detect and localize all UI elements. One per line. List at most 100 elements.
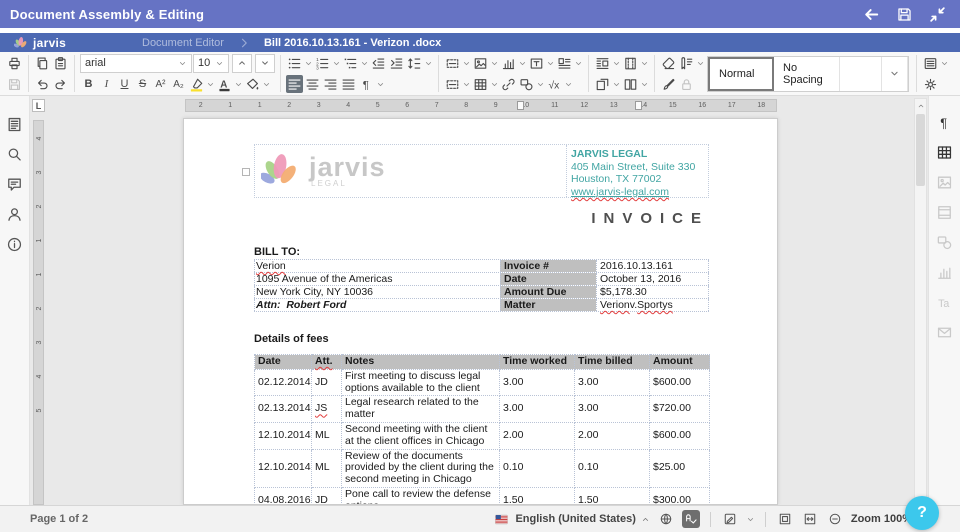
language-selector[interactable]: English (United States)	[493, 513, 649, 526]
decrease-font-button[interactable]	[255, 53, 275, 73]
dropcap-button[interactable]	[556, 54, 573, 72]
spell-check-button[interactable]	[681, 510, 700, 528]
highlight-color-button[interactable]	[188, 75, 205, 93]
insert-table-button[interactable]	[472, 75, 489, 93]
user-icon[interactable]	[6, 206, 23, 223]
cell-properties-button[interactable]	[444, 75, 461, 93]
font-color-button[interactable]: A	[216, 75, 233, 93]
ruler-column-marker[interactable]	[517, 101, 524, 110]
chevron-down-icon[interactable]	[536, 77, 545, 91]
align-right-button[interactable]	[322, 75, 339, 93]
page-break-button[interactable]	[444, 54, 461, 72]
style-blank[interactable]	[840, 56, 882, 91]
font-size-select[interactable]: 10	[193, 53, 229, 73]
table-icon[interactable]	[936, 144, 953, 161]
superscript-button[interactable]: A²	[152, 75, 169, 93]
paste-button[interactable]	[52, 54, 69, 72]
paragraph-marks-button[interactable]: ¶	[358, 75, 375, 93]
settings-gear-button[interactable]	[922, 75, 939, 93]
zoom-out-button[interactable]	[826, 510, 844, 528]
vertical-scrollbar[interactable]	[914, 98, 927, 505]
numbered-list-button[interactable]: 123	[314, 54, 331, 72]
page-orientation-button[interactable]	[594, 75, 611, 93]
set-language-globe-button[interactable]	[657, 510, 675, 528]
italic-button[interactable]: I	[98, 75, 115, 93]
subscript-button[interactable]: A₂	[170, 75, 187, 93]
chevron-down-icon[interactable]	[564, 77, 573, 91]
format-painter-button[interactable]	[660, 75, 677, 93]
company-website-link[interactable]: www.jarvis-legal.com	[571, 186, 708, 199]
bullet-list-button[interactable]	[286, 54, 303, 72]
track-changes-button[interactable]	[721, 510, 739, 528]
insert-equation-button[interactable]: √x	[546, 75, 563, 93]
clear-formatting-button[interactable]	[660, 54, 677, 72]
chevron-down-icon[interactable]	[376, 77, 385, 91]
chevron-down-icon[interactable]	[262, 77, 271, 91]
font-name-select[interactable]: arial	[80, 53, 192, 73]
comment-icon[interactable]	[6, 176, 23, 193]
info-icon[interactable]	[6, 236, 23, 253]
chevron-down-icon[interactable]	[574, 56, 583, 70]
style-no-spacing[interactable]: No Spacing	[774, 56, 840, 91]
chevron-down-icon[interactable]	[640, 56, 649, 70]
back-arrow-icon[interactable]	[863, 6, 880, 23]
document-page[interactable]: jarvis LEGAL JARVIS LEGAL 405 Main Stree…	[183, 118, 778, 505]
chevron-down-icon[interactable]	[462, 56, 471, 70]
help-button[interactable]: ?	[905, 496, 939, 530]
fit-page-button[interactable]	[776, 510, 794, 528]
tab-stop-selector[interactable]: L	[32, 99, 45, 112]
align-left-button[interactable]	[286, 75, 303, 93]
paragraph-styles-button[interactable]	[678, 54, 695, 72]
multilevel-list-button[interactable]	[342, 54, 359, 72]
hyperlink-button[interactable]	[500, 75, 517, 93]
text-wrap-button[interactable]	[594, 54, 611, 72]
insert-chart-button[interactable]	[500, 54, 517, 72]
chevron-down-icon[interactable]	[612, 77, 621, 91]
chevron-down-icon[interactable]	[746, 512, 755, 526]
increase-indent-button[interactable]	[388, 54, 405, 72]
fit-width-button[interactable]	[801, 510, 819, 528]
chevron-down-icon[interactable]	[696, 56, 705, 70]
scrollbar-thumb[interactable]	[916, 114, 925, 186]
page-margins-button[interactable]	[622, 54, 639, 72]
view-mode-button[interactable]	[922, 54, 939, 72]
table-move-handle[interactable]	[242, 168, 250, 176]
chevron-down-icon[interactable]	[518, 56, 527, 70]
chevron-down-icon[interactable]	[546, 56, 555, 70]
insert-image-button[interactable]	[472, 54, 489, 72]
scroll-up-icon[interactable]	[915, 99, 926, 112]
search-icon[interactable]	[6, 146, 23, 163]
copy-button[interactable]	[34, 54, 51, 72]
chevron-down-icon[interactable]	[640, 77, 649, 91]
tab-document-editor[interactable]: Document Editor	[128, 33, 238, 52]
style-normal[interactable]: Normal	[708, 56, 774, 91]
insert-shape-button[interactable]	[518, 75, 535, 93]
thumbnails-icon[interactable]	[6, 116, 23, 133]
redo-button[interactable]	[52, 75, 69, 93]
decrease-indent-button[interactable]	[370, 54, 387, 72]
bold-button[interactable]: B	[80, 75, 97, 93]
chevron-down-icon[interactable]	[424, 56, 433, 70]
chevron-down-icon[interactable]	[360, 56, 369, 70]
pilcrow-icon[interactable]: ¶	[936, 114, 953, 131]
chevron-down-icon[interactable]	[234, 77, 243, 91]
collapse-icon[interactable]	[929, 6, 946, 23]
chevron-down-icon[interactable]	[490, 56, 499, 70]
chevron-down-icon[interactable]	[332, 56, 341, 70]
print-button[interactable]	[6, 54, 23, 72]
chevron-down-icon[interactable]	[612, 56, 621, 70]
chevron-down-icon[interactable]	[462, 77, 471, 91]
styles-gallery-expand[interactable]	[882, 56, 908, 91]
ruler-column-marker[interactable]	[635, 101, 642, 110]
save-icon[interactable]	[896, 6, 913, 23]
justify-button[interactable]	[340, 75, 357, 93]
chevron-down-icon[interactable]	[490, 77, 499, 91]
shading-color-button[interactable]	[244, 75, 261, 93]
chevron-down-icon[interactable]	[304, 56, 313, 70]
columns-button[interactable]	[622, 75, 639, 93]
strikethrough-button[interactable]: S	[134, 75, 151, 93]
line-spacing-button[interactable]	[406, 54, 423, 72]
insert-textbox-button[interactable]	[528, 54, 545, 72]
tab-document-file[interactable]: Bill 2016.10.13.161 - Verizon .docx	[250, 33, 455, 52]
undo-button[interactable]	[34, 75, 51, 93]
